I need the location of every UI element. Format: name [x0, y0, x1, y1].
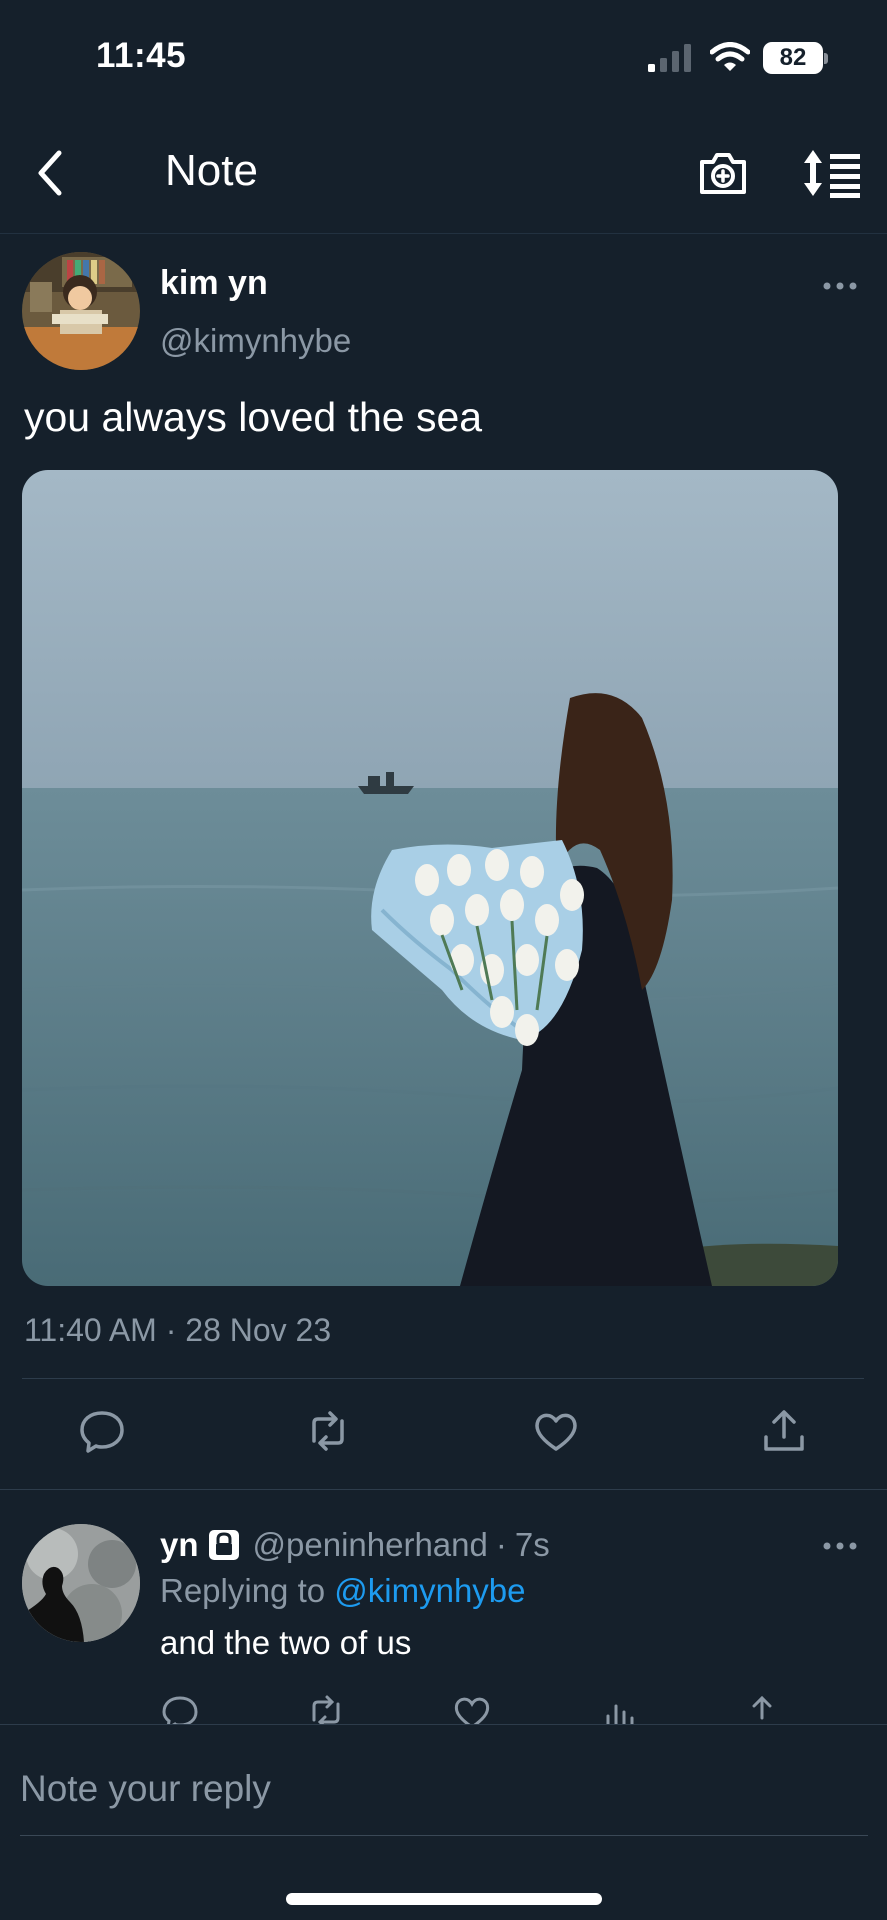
share-icon[interactable] — [760, 1407, 808, 1455]
views-icon[interactable] — [600, 1692, 640, 1726]
more-icon[interactable] — [822, 278, 858, 294]
note-text: you always loved the sea — [24, 394, 483, 440]
note-timestamp: 11:40 AM · 28 Nov 23 — [24, 1312, 332, 1348]
reply-text: and the two of us — [160, 1624, 412, 1661]
replying-to: Replying to @kimynhybe — [160, 1572, 526, 1610]
header: Note — [0, 110, 887, 234]
avatar-image — [22, 252, 140, 370]
reply-icon[interactable] — [160, 1692, 200, 1726]
sea-photo — [22, 470, 838, 1286]
divider — [20, 1835, 868, 1836]
battery-indicator: 82 — [763, 42, 829, 74]
reply-composer — [0, 1724, 887, 1920]
reply-input[interactable] — [20, 1757, 860, 1821]
back-button[interactable] — [26, 146, 74, 200]
page-title: Note — [165, 146, 258, 195]
separator: · — [495, 1526, 507, 1563]
screen: 11:45 82 Note kim yn @kimynhybe you alwa… — [0, 0, 887, 1920]
status-time: 11:45 — [96, 36, 187, 75]
sort-icon[interactable] — [800, 146, 862, 200]
mention-link[interactable]: @kimynhybe — [334, 1572, 525, 1609]
author-handle[interactable]: @kimynhybe — [160, 322, 351, 360]
status-bar: 11:45 82 — [0, 0, 887, 110]
note-actions — [0, 1379, 887, 1489]
like-icon[interactable] — [452, 1692, 492, 1726]
reply-handle[interactable]: @peninherhand — [253, 1526, 488, 1564]
add-photo-icon[interactable] — [696, 146, 750, 200]
avatar[interactable] — [22, 252, 140, 370]
reply-time: 7s — [514, 1526, 550, 1563]
reply-icon[interactable] — [78, 1407, 126, 1455]
share-icon[interactable] — [742, 1692, 782, 1726]
wifi-icon — [710, 42, 750, 71]
repost-icon[interactable] — [306, 1692, 346, 1726]
back-chevron-icon — [38, 150, 62, 196]
reply-actions — [0, 1692, 887, 1726]
battery-level: 82 — [763, 42, 823, 74]
avatar[interactable] — [22, 1524, 140, 1642]
cellular-signal-icon — [648, 44, 691, 72]
avatar-image — [22, 1524, 140, 1642]
like-icon[interactable] — [532, 1407, 580, 1455]
home-indicator[interactable] — [286, 1893, 602, 1905]
author-name[interactable]: kim yn — [160, 264, 268, 303]
reply-item[interactable]: yn @peninherhand · 7s Replying to @kimyn… — [0, 1490, 887, 1726]
reply-author-name[interactable]: yn — [160, 1526, 199, 1564]
replying-prefix: Replying to — [160, 1572, 326, 1609]
reply-header: yn @peninherhand · 7s — [160, 1526, 550, 1564]
note-image[interactable] — [22, 470, 838, 1286]
more-icon[interactable] — [822, 1538, 858, 1554]
lock-icon — [208, 1530, 239, 1560]
repost-icon[interactable] — [304, 1407, 352, 1455]
battery-cap — [824, 53, 828, 64]
